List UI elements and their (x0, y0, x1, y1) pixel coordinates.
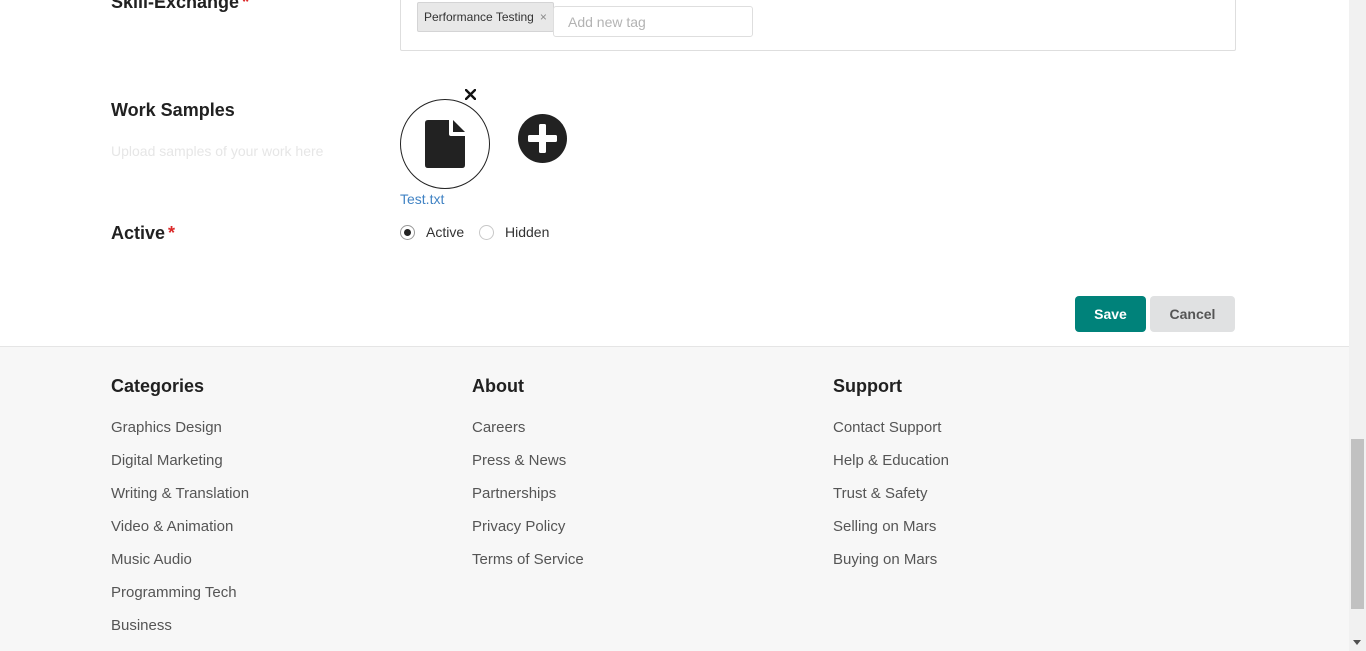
skill-exchange-label: Skill-Exchange * (111, 0, 249, 13)
required-mark: * (242, 0, 250, 12)
skill-exchange-tag-box: Performance Testing × (400, 0, 1236, 51)
footer-link[interactable]: Press & News (472, 452, 566, 469)
add-new-tag-input[interactable] (553, 6, 753, 37)
active-label: Active * (111, 223, 175, 244)
plus-circle-icon (518, 114, 567, 163)
footer-categories-title: Categories (111, 376, 205, 396)
footer-link[interactable]: Graphics Design (111, 419, 222, 436)
tag-chip: Performance Testing × (417, 2, 554, 32)
footer-link[interactable]: Partnerships (472, 485, 556, 502)
required-mark: * (168, 223, 176, 243)
tag-label: Performance Testing (424, 10, 534, 24)
footer-link[interactable]: Trust & Safety (833, 485, 927, 502)
radio-active-label: Active (426, 224, 465, 240)
footer: Categories Graphics Design Digital Marke… (0, 346, 1349, 651)
footer-link[interactable]: Privacy Policy (472, 518, 565, 535)
footer-link[interactable]: Buying on Mars (833, 551, 937, 568)
radio-hidden[interactable]: Hidden (479, 224, 549, 240)
tag-remove-icon[interactable]: × (540, 10, 547, 24)
work-samples-hint: Upload samples of your work here (111, 143, 324, 159)
footer-link[interactable]: Careers (472, 419, 525, 436)
work-sample-thumbnail[interactable] (400, 99, 490, 189)
footer-support-title: Support (833, 376, 902, 396)
close-icon (464, 88, 476, 100)
radio-button-checked[interactable] (400, 224, 415, 240)
file-icon (425, 120, 465, 168)
footer-link[interactable]: Programming Tech (111, 584, 237, 601)
radio-hidden-label: Hidden (505, 224, 550, 240)
cancel-button[interactable]: Cancel (1150, 296, 1235, 332)
scroll-down-arrow-icon[interactable] (1353, 640, 1361, 645)
footer-link[interactable]: Contact Support (833, 419, 941, 436)
save-button[interactable]: Save (1075, 296, 1146, 332)
vertical-scrollbar[interactable] (1349, 0, 1366, 651)
skill-exchange-label-text: Skill-Exchange (111, 0, 240, 12)
footer-link[interactable]: Terms of Service (472, 551, 584, 568)
footer-link[interactable]: Video & Animation (111, 518, 233, 535)
footer-link[interactable]: Music Audio (111, 551, 192, 568)
scrollbar-thumb[interactable] (1351, 439, 1364, 609)
footer-link[interactable]: Help & Education (833, 452, 949, 469)
add-work-sample-button[interactable] (518, 114, 567, 163)
footer-link[interactable]: Selling on Mars (833, 518, 936, 535)
footer-about-title: About (472, 376, 524, 396)
sample-file-link[interactable]: Test.txt (400, 191, 444, 207)
footer-link[interactable]: Digital Marketing (111, 452, 223, 469)
profile-page: Skill-Exchange* Performance Testing × Wo… (0, 0, 1349, 651)
footer-link[interactable]: Writing & Translation (111, 485, 249, 502)
radio-button-unchecked[interactable] (479, 224, 494, 240)
work-samples-label: Work Samples (111, 100, 235, 120)
remove-sample-button[interactable] (462, 86, 478, 102)
footer-link[interactable]: Business (111, 617, 172, 634)
active-label-text: Active (111, 223, 166, 243)
radio-active[interactable]: Active (400, 224, 464, 240)
